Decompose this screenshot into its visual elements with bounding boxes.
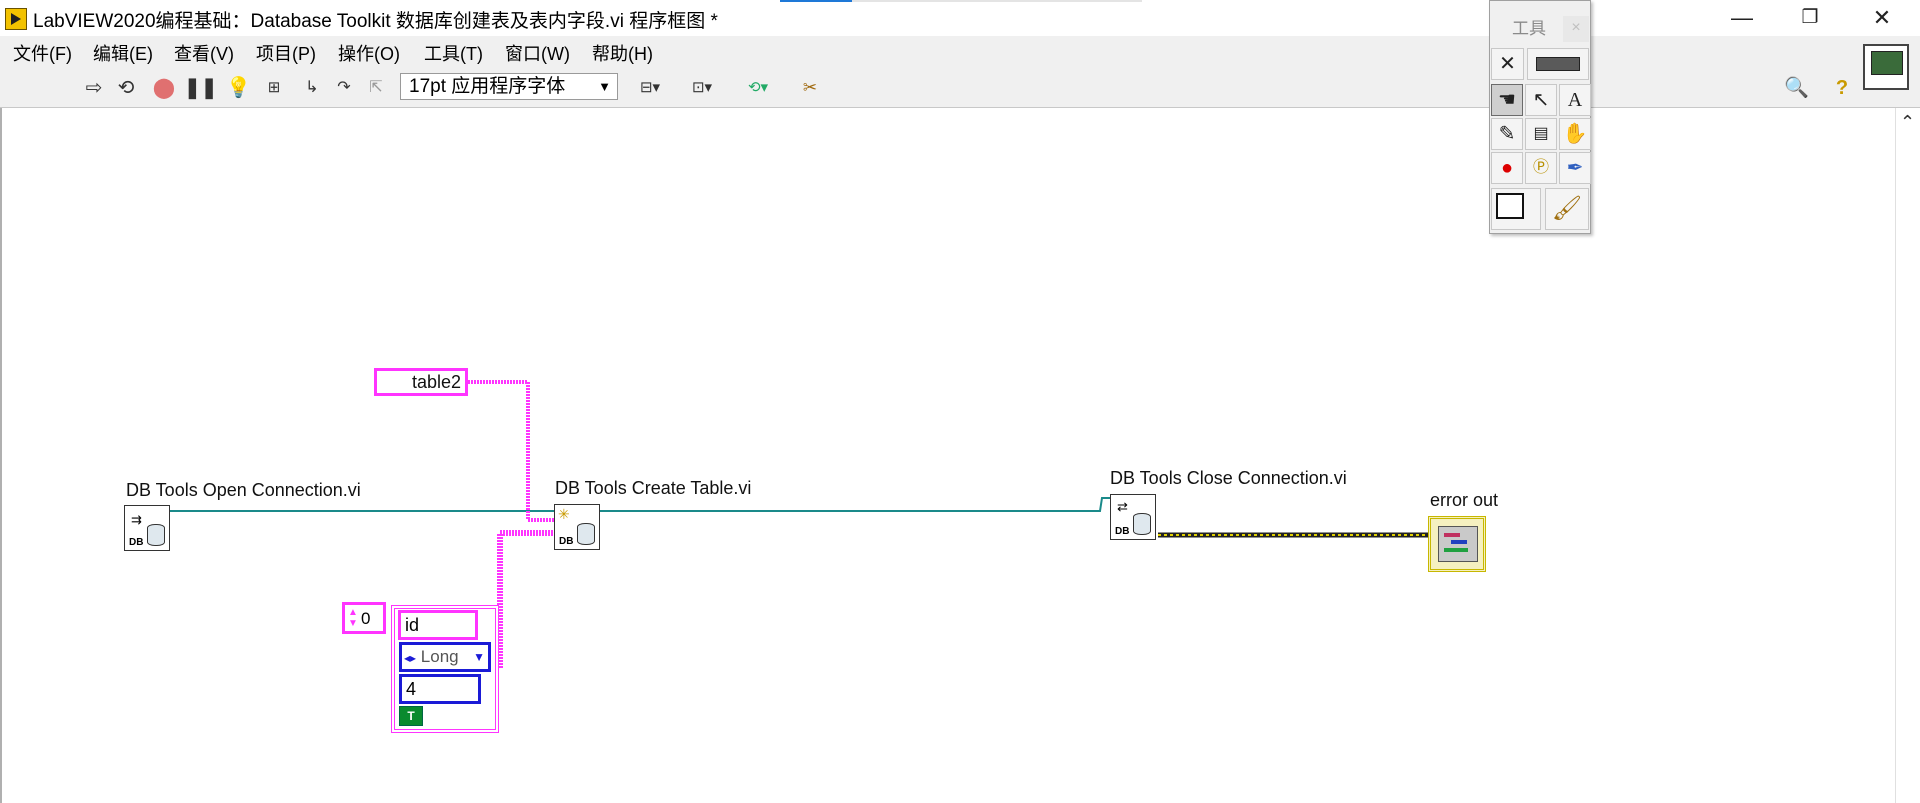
toggle-bar-icon [1536,57,1580,71]
error-out-label: error out [1430,490,1499,510]
db-text: DB [129,537,144,548]
connect-wire-icon[interactable]: ✎ [1491,118,1523,150]
error-bar-icon [1444,548,1468,552]
database-icon [1133,513,1151,535]
close-connection-label: DB Tools Close Connection.vi [1110,468,1347,488]
open-connection-label: DB Tools Open Connection.vi [126,480,361,500]
db-text: DB [1115,526,1130,537]
probe-data-icon[interactable]: Ⓟ [1525,152,1557,184]
error-bar-icon [1444,533,1460,537]
unplug-icon: ⇄ [1117,499,1128,514]
automatic-tool-icon[interactable]: ✕ [1491,48,1524,80]
position-select-icon[interactable]: ↖ [1525,84,1557,116]
increment-decrement-icon[interactable]: ▲ ▼ [348,607,358,629]
chevron-down-icon[interactable]: ▼ [473,645,485,669]
get-color-icon[interactable]: ✒ [1559,152,1591,184]
tools-palette-close-button[interactable]: × [1563,16,1589,42]
set-breakpoint-icon[interactable]: ● [1491,152,1523,184]
column-size-field[interactable]: 4 [399,674,481,704]
database-icon [577,523,595,545]
error-out-indicator[interactable] [1428,516,1486,572]
plug-icon: ⇉ [131,512,142,527]
array-index-value: 0 [361,609,371,628]
db-open-connection-vi[interactable]: DB ⇉ [124,505,170,551]
data-type-ring[interactable]: ◂▸ Long ▼ [399,642,491,672]
allow-null-boolean[interactable]: T [399,706,423,726]
array-index-display[interactable]: ▲ ▼ 0 [342,602,386,634]
automatic-selection-toggle[interactable] [1527,48,1589,80]
db-create-table-vi[interactable]: DB ✳ [554,504,600,550]
object-shortcut-menu-icon[interactable]: ▤ [1525,118,1557,150]
scroll-window-icon[interactable]: ✋ [1559,118,1591,150]
database-icon [147,524,165,546]
error-cluster-icon [1438,526,1478,562]
ring-increment-icon[interactable]: ◂▸ [404,651,416,665]
set-color-icon[interactable] [1491,188,1541,230]
operate-value-icon[interactable]: ☚ [1491,84,1523,116]
table-name-string-constant[interactable]: table2 [374,368,468,396]
string-wire[interactable] [468,380,554,522]
paintbrush-icon[interactable]: 🖌 [1545,188,1589,230]
column-name-field[interactable]: id [398,610,478,640]
tools-palette-title: 工具 [1512,19,1546,38]
error-bar-icon [1451,540,1467,544]
data-type-value: Long [420,647,459,666]
db-close-connection-vi[interactable]: DB ⇄ [1110,494,1156,540]
edit-text-icon[interactable]: A [1559,84,1591,116]
cluster-array-wire[interactable] [497,530,554,668]
create-table-label: DB Tools Create Table.vi [555,478,752,498]
new-table-star-icon: ✳ [558,506,570,522]
wire-layer [170,380,1428,668]
refnum-wire[interactable] [600,497,1112,512]
db-text: DB [559,536,574,547]
foreground-color-swatch[interactable] [1496,193,1524,219]
